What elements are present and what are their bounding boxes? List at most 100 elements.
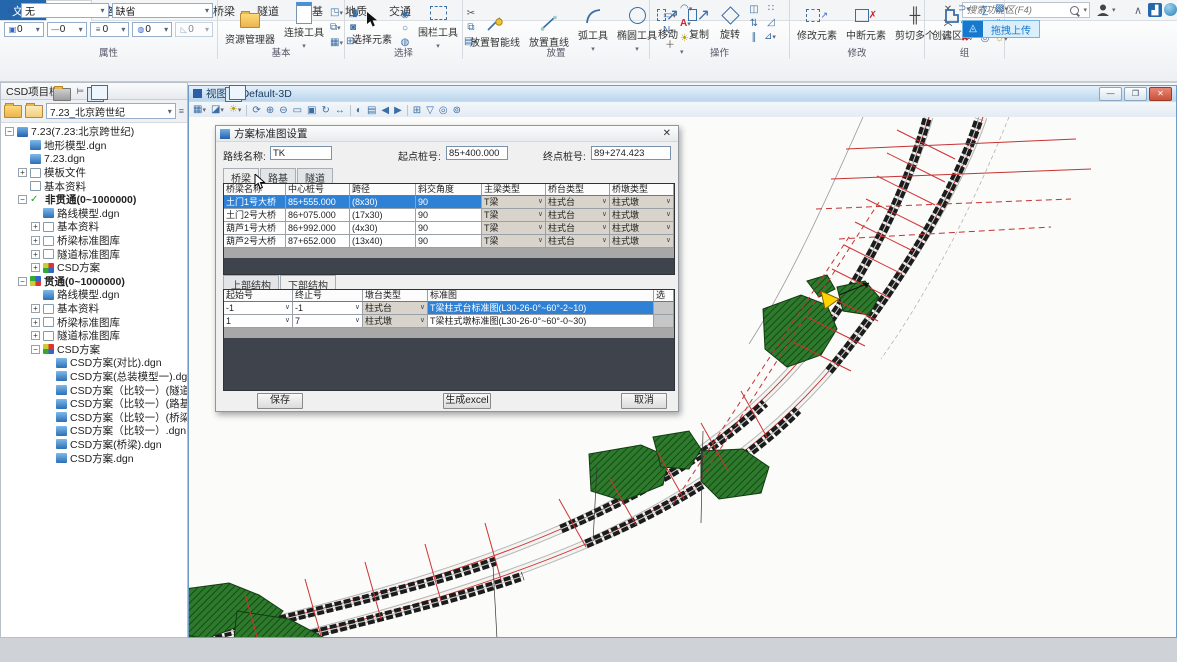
tree-expander[interactable]: − xyxy=(18,195,27,204)
copy-button[interactable]: ↗ 复制 xyxy=(685,4,713,42)
rotate-button[interactable]: 旋转 xyxy=(716,4,744,42)
search-dropdown-icon[interactable]: ▾ xyxy=(1083,6,1087,14)
tree-item[interactable]: +基本资料 xyxy=(1,220,187,234)
select-all-icon[interactable]: ◉ xyxy=(398,8,412,21)
adjust-lighting-icon[interactable]: ☀▾ xyxy=(229,104,241,117)
table-cell-combo[interactable]: 7 xyxy=(293,315,363,328)
table-cell-combo[interactable]: 柱式墩 xyxy=(610,196,674,209)
tree-item[interactable]: 路线模型.dgn xyxy=(1,207,187,221)
route-name-input[interactable] xyxy=(270,146,332,160)
tree-item[interactable]: +CSD方案 xyxy=(1,261,187,275)
tree-item[interactable]: CSD方案（比较一）(路基).dgn xyxy=(1,397,187,411)
tree-item[interactable]: 7.23.dgn xyxy=(1,152,187,166)
tree-item[interactable]: +基本资料 xyxy=(1,302,187,316)
break-element-button[interactable]: ✗ 中断元素 xyxy=(843,5,889,43)
tree-item[interactable]: CSD方案（比较一）.dgn xyxy=(1,424,187,438)
dialog-close-icon[interactable]: ✕ xyxy=(660,128,674,139)
view-attributes-icon[interactable]: ▦▾ xyxy=(193,104,206,117)
tree-item[interactable]: +桥梁标准图库 xyxy=(1,315,187,329)
save-button[interactable]: 保存 xyxy=(257,393,303,409)
tree-item[interactable]: CSD方案（比较一）(隧道).dgn xyxy=(1,383,187,397)
table-cell-combo[interactable]: 柱式台 xyxy=(363,302,428,315)
level-combo[interactable]: 无 xyxy=(21,3,109,18)
clip-volume-icon[interactable]: ▽ xyxy=(426,105,434,116)
dialog-title-bar[interactable]: 方案标准图设置 ✕ xyxy=(216,126,678,142)
help-globe-icon[interactable] xyxy=(1164,3,1177,16)
table-cell-combo[interactable]: 1 xyxy=(224,315,293,328)
pan-view-icon[interactable]: ↔ xyxy=(335,105,345,116)
open-project-icon[interactable] xyxy=(4,105,22,118)
tree-item[interactable]: −✓非贯通(0~1000000) xyxy=(1,193,187,207)
select-element-button[interactable]: 选择元素 xyxy=(349,9,395,47)
zoom-out-icon[interactable]: ⊖ xyxy=(279,105,287,116)
table-row[interactable]: 17柱式墩T梁柱式墩标准图(L30-26-0°~60°-0~30) xyxy=(224,315,674,328)
tree-expander[interactable]: + xyxy=(31,236,40,245)
view-title-bar[interactable]: 视图 2, Default-3D — ❐ ✕ xyxy=(189,86,1176,101)
explorer-button[interactable]: 资源管理器 xyxy=(222,9,278,47)
tree-item[interactable]: CSD方案（比较一）(桥梁).dgn xyxy=(1,410,187,424)
start-stake-input[interactable] xyxy=(446,146,508,160)
tree-item[interactable]: −CSD方案 xyxy=(1,343,187,357)
project-combo[interactable]: 7.23_北京跨世纪 xyxy=(46,103,176,119)
table-row[interactable]: 葫芦2号大桥87+652.000(13x40)90T梁柱式台柱式墩 xyxy=(224,235,674,248)
tree-expander[interactable]: − xyxy=(18,277,27,286)
table-cell-combo[interactable]: -1 xyxy=(293,302,363,315)
place-line-button[interactable]: 放置直线 xyxy=(526,12,572,50)
mirror-icon[interactable]: ◫ xyxy=(747,3,761,16)
pin-icon[interactable]: ⊨ xyxy=(76,86,84,97)
table-cell-combo[interactable]: T梁 xyxy=(482,235,546,248)
view-close-button[interactable]: ✕ xyxy=(1149,87,1172,101)
place-smartline-button[interactable]: 放置智能线 xyxy=(467,12,523,50)
table-cell-combo[interactable]: 柱式台 xyxy=(546,222,610,235)
view-previous-icon[interactable]: ◀ xyxy=(381,105,389,116)
transparency-combo[interactable]: ◍0 xyxy=(132,22,172,37)
stretch-icon[interactable]: ∥ xyxy=(747,31,761,44)
table-cell-combo[interactable]: 柱式台 xyxy=(546,209,610,222)
table-row[interactable]: 土门2号大桥86+075.000(17x30)90T梁柱式台柱式墩 xyxy=(224,209,674,222)
create-complex-chain-icon[interactable]: ∑ xyxy=(978,4,992,17)
multi-model-icon[interactable] xyxy=(87,87,104,102)
cascade-views-icon[interactable] xyxy=(225,87,242,102)
table-cell-combo[interactable]: 柱式墩 xyxy=(610,235,674,248)
tree-expander[interactable]: + xyxy=(31,318,40,327)
tree-item[interactable]: −贯通(0~1000000) xyxy=(1,275,187,289)
tree-item[interactable]: +隧道标准图库 xyxy=(1,247,187,261)
generate-excel-button[interactable]: 生成excel xyxy=(443,393,491,409)
table-cell-combo[interactable]: 柱式台 xyxy=(546,235,610,248)
modify-element-button[interactable]: ↗ 修改元素 xyxy=(794,5,840,43)
table-cell-combo[interactable]: -1 xyxy=(224,302,293,315)
tree-expander[interactable]: + xyxy=(18,168,27,177)
cancel-button[interactable]: 取消 xyxy=(621,393,667,409)
row-select-button[interactable] xyxy=(654,315,674,328)
zoom-in-icon[interactable]: ⊕ xyxy=(266,105,274,116)
element-template-combo[interactable]: 缺省 xyxy=(112,3,213,18)
search-icon[interactable] xyxy=(1070,6,1079,15)
display-style-icon[interactable]: ◪▾ xyxy=(211,104,224,117)
tree-expander[interactable]: + xyxy=(31,222,40,231)
table-row[interactable]: 葫芦1号大桥86+992.000(4x30)90T梁柱式台柱式墩 xyxy=(224,222,674,235)
table-cell-combo[interactable]: 柱式台 xyxy=(546,196,610,209)
clip-mask-icon[interactable]: ◎ xyxy=(439,105,448,116)
new-project-icon[interactable] xyxy=(25,105,43,118)
tree-expander[interactable]: − xyxy=(31,345,40,354)
table-cell-combo[interactable]: T梁 xyxy=(482,209,546,222)
row-select-button[interactable] xyxy=(654,302,674,315)
navigate-view-icon[interactable]: ▤ xyxy=(367,105,376,116)
walk-icon[interactable]: ◐ xyxy=(356,105,362,116)
rotate-view-icon[interactable]: ↻ xyxy=(322,105,330,116)
priority-combo[interactable]: ◺0 xyxy=(175,22,213,37)
line-style-combo[interactable]: ―0 xyxy=(47,22,87,37)
tree-item[interactable]: +模板文件 xyxy=(1,166,187,180)
select-none-icon[interactable]: ○ xyxy=(398,22,412,35)
table-row[interactable]: -1-1柱式台T梁柱式台标准图(L30-26-0°~60°-2~10) xyxy=(224,302,674,315)
view-next-icon[interactable]: ▶ xyxy=(394,105,402,116)
tree-expander[interactable]: + xyxy=(31,304,40,313)
table-cell-combo[interactable]: 柱式墩 xyxy=(610,209,674,222)
user-account-icon[interactable]: ▾ xyxy=(1096,2,1116,18)
table-cell-combo[interactable]: 柱式墩 xyxy=(610,222,674,235)
table-cell-combo[interactable]: T梁 xyxy=(482,222,546,235)
app-badge-icon[interactable]: ▟ xyxy=(1148,3,1162,17)
table-cell-combo[interactable]: 柱式墩 xyxy=(363,315,428,328)
end-stake-input[interactable] xyxy=(591,146,671,160)
line-weight-combo[interactable]: ≡0 xyxy=(90,22,130,37)
